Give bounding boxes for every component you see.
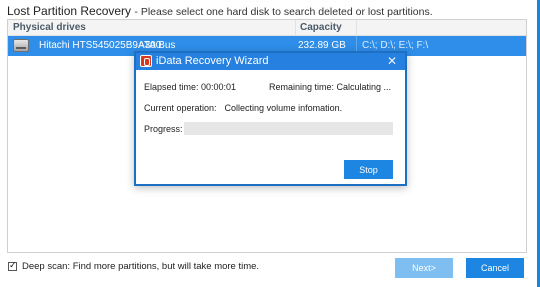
progress-label: Progress: bbox=[144, 124, 183, 134]
page-title: Lost Partition Recovery bbox=[7, 4, 132, 18]
app-icon bbox=[140, 55, 152, 67]
stop-button[interactable]: Stop bbox=[344, 160, 393, 179]
close-icon[interactable]: ✕ bbox=[387, 54, 397, 68]
table-header: Physical drives Capacity bbox=[8, 20, 526, 36]
next-button[interactable]: Next> bbox=[395, 258, 453, 278]
operation-value: Collecting volume infomation. bbox=[224, 103, 343, 113]
remaining-time: Remaining time: Calculating ... bbox=[269, 82, 392, 92]
drive-bus: ATA Bus bbox=[138, 40, 176, 51]
cancel-button[interactable]: Cancel bbox=[466, 258, 524, 278]
column-divider bbox=[295, 20, 296, 35]
recovery-wizard-dialog: iData Recovery Wizard ✕ Elapsed time: 00… bbox=[134, 51, 407, 186]
progress-bar bbox=[184, 122, 393, 135]
column-physical-drives[interactable]: Physical drives bbox=[13, 22, 86, 33]
current-operation: Current operation: Collecting volume info… bbox=[144, 103, 342, 113]
deep-scan-option[interactable]: Deep scan: Find more partitions, but wil… bbox=[8, 260, 260, 272]
deep-scan-checkbox[interactable] bbox=[8, 260, 17, 271]
column-capacity[interactable]: Capacity bbox=[300, 22, 342, 33]
page-subtitle: - Please select one hard disk to search … bbox=[134, 6, 433, 18]
deep-scan-label: Deep scan: Find more partitions, but wil… bbox=[22, 261, 260, 272]
dialog-titlebar[interactable]: iData Recovery Wizard ✕ bbox=[136, 53, 405, 70]
dialog-title: iData Recovery Wizard bbox=[156, 55, 269, 67]
drive-capacity: 232.89 GB bbox=[298, 40, 346, 51]
hard-drive-icon bbox=[13, 39, 29, 52]
column-divider bbox=[356, 20, 357, 35]
operation-label: Current operation: bbox=[144, 103, 217, 113]
drive-partitions: C:\; D:\; E:\; F:\ bbox=[362, 40, 429, 51]
elapsed-time: Elapsed time: 00:00:01 bbox=[144, 82, 237, 92]
page-header: Lost Partition Recovery - Please select … bbox=[7, 4, 433, 18]
